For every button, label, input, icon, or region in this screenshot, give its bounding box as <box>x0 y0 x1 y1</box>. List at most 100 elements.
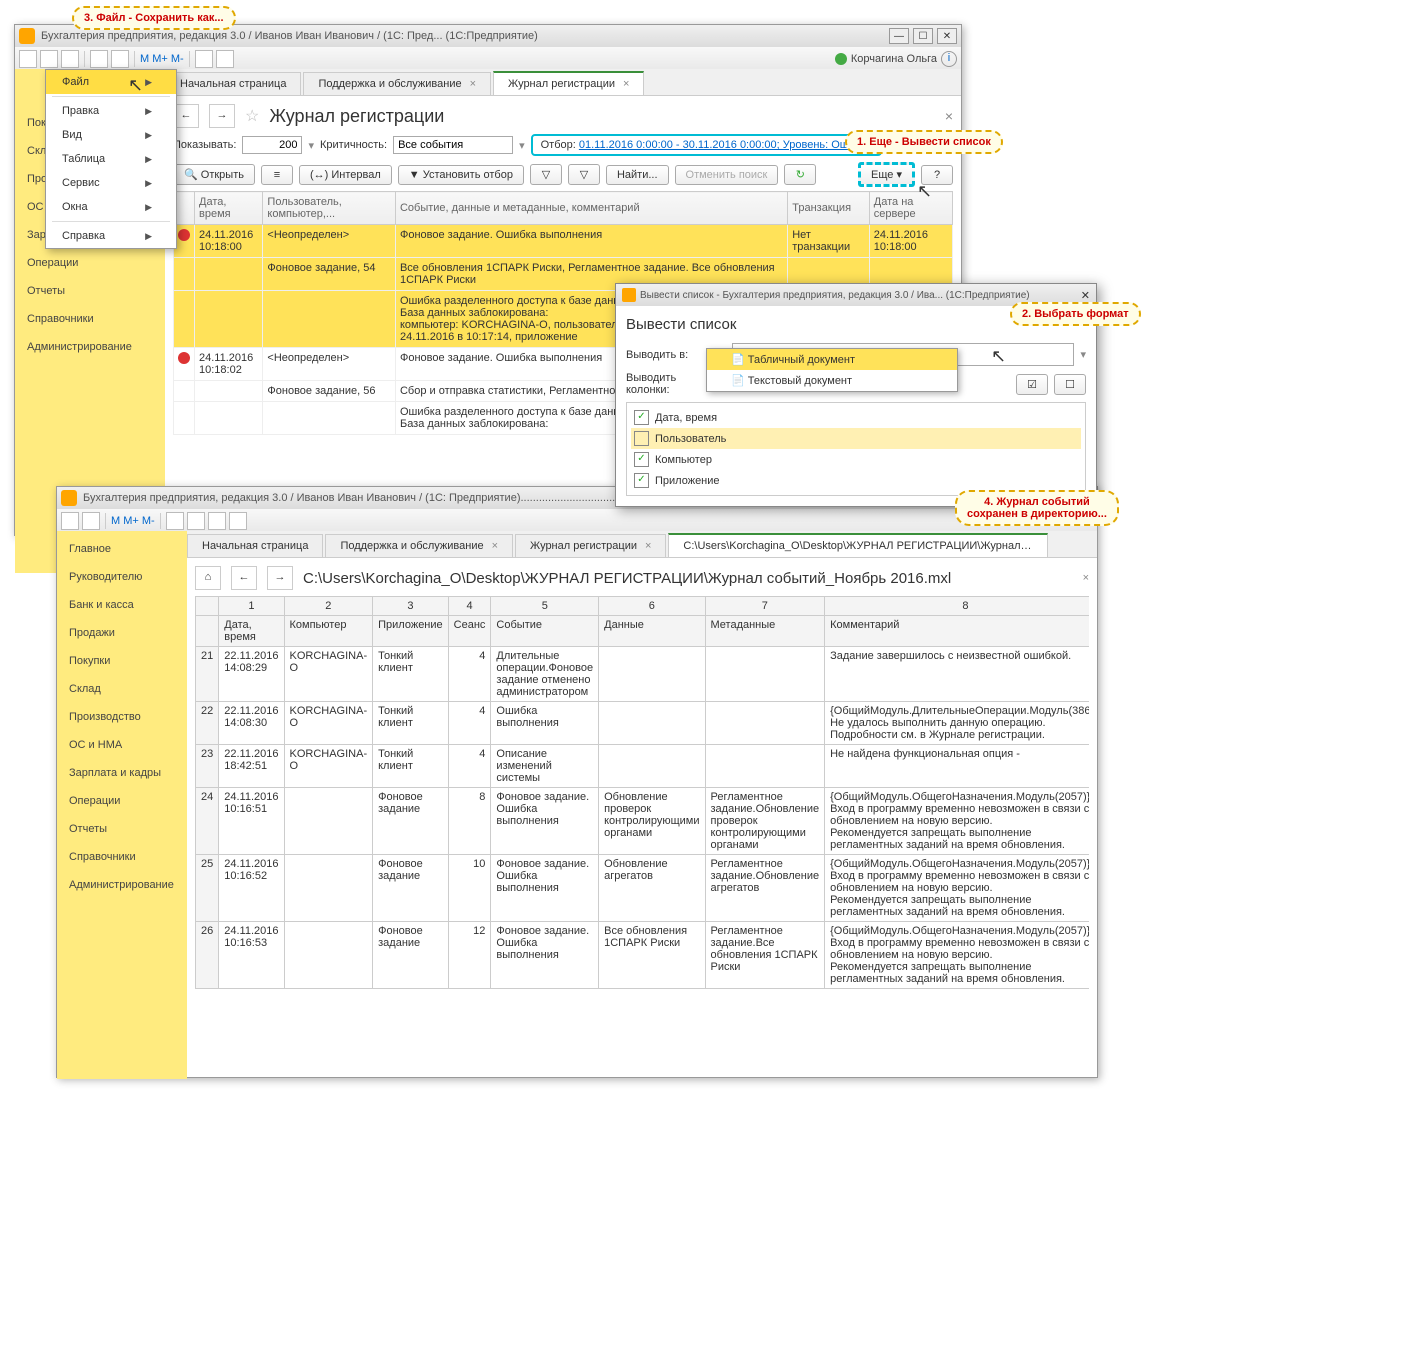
tb-calc-icon[interactable] <box>208 512 226 530</box>
tb-m[interactable]: M M+ M- <box>111 515 155 527</box>
refresh-button[interactable]: ↻ <box>784 164 816 185</box>
list-button[interactable]: ≡ <box>261 165 293 185</box>
crit-select[interactable] <box>393 136 513 154</box>
checkbox[interactable] <box>634 431 649 446</box>
minimize-button[interactable]: — <box>889 28 909 44</box>
sidebar-item[interactable]: Операции <box>57 787 187 815</box>
tb-print-icon[interactable] <box>82 512 100 530</box>
mxl-header[interactable]: Метаданные <box>705 616 825 647</box>
sidebar-item[interactable]: Операции <box>15 249 165 277</box>
tb-m[interactable]: M M+ M- <box>140 53 184 65</box>
tb-back-icon[interactable] <box>166 512 184 530</box>
sidebar-item[interactable]: Справочники <box>57 843 187 871</box>
dd-tabular[interactable]: 📄 Табличный документ <box>707 349 957 370</box>
checkbox[interactable] <box>634 473 649 488</box>
tb-save-icon[interactable] <box>19 50 37 68</box>
check-row[interactable]: Компьютер <box>631 449 1081 470</box>
mxl-row[interactable]: 2624.11.2016 10:16:53Фоновое задание12Фо… <box>196 922 1090 989</box>
sidebar-item[interactable]: Банк и касса <box>57 591 187 619</box>
tab-start[interactable]: Начальная страница <box>165 72 301 95</box>
star-icon[interactable]: ☆ <box>245 106 259 126</box>
sidebar-item[interactable]: Администрирование <box>15 333 165 361</box>
sidebar-item[interactable]: Главное <box>57 535 187 563</box>
mxl-header[interactable]: Компьютер <box>284 616 373 647</box>
sidebar-item[interactable]: ОС и НМА <box>57 731 187 759</box>
checkall-button[interactable]: ☑ <box>1016 374 1048 395</box>
grid-row[interactable]: 24.11.2016 10:18:00<Неопределен>Фоновое … <box>174 225 953 258</box>
checkbox[interactable] <box>634 452 649 467</box>
open-button[interactable]: 🔍 Открыть <box>173 164 255 185</box>
grid-header[interactable]: Транзакция <box>788 192 870 225</box>
grid-header[interactable]: Дата на сервере <box>869 192 952 225</box>
mxl-header[interactable]: Комментарий <box>825 616 1089 647</box>
mxl-header[interactable]: Данные <box>599 616 705 647</box>
tb-x-icon[interactable] <box>229 512 247 530</box>
tb-copy-icon[interactable] <box>90 50 108 68</box>
mxl-header[interactable]: Приложение <box>373 616 449 647</box>
user-indicator[interactable]: Корчагина Ольга i <box>835 51 957 67</box>
menu-windows[interactable]: Окна▶ <box>46 195 176 219</box>
mxl-header[interactable]: Дата, время <box>219 616 284 647</box>
show-input[interactable] <box>242 136 302 154</box>
sidebar-item[interactable]: Отчеты <box>15 277 165 305</box>
dd-text[interactable]: 📄 Текстовый документ <box>707 370 957 391</box>
more-button[interactable]: Еще ▾ <box>858 162 915 187</box>
maximize-button[interactable]: ☐ <box>913 28 933 44</box>
setfilter-button[interactable]: ▼ Установить отбор <box>398 165 524 185</box>
sidebar-item[interactable]: Склад <box>57 675 187 703</box>
tab-journal[interactable]: Журнал регистрации× <box>493 71 644 95</box>
page-close-icon[interactable]: × <box>1083 572 1089 584</box>
tb-save-icon[interactable] <box>61 512 79 530</box>
menu-edit[interactable]: Правка▶ <box>46 99 176 123</box>
uncheckall-button[interactable]: ☐ <box>1054 374 1086 395</box>
tb-fwd-icon[interactable] <box>187 512 205 530</box>
mxl-row[interactable]: 2424.11.2016 10:16:51Фоновое задание8Фон… <box>196 788 1090 855</box>
tb-print-icon[interactable] <box>40 50 58 68</box>
tb-back-icon[interactable] <box>195 50 213 68</box>
tb-paste-icon[interactable] <box>111 50 129 68</box>
grid-header[interactable]: Пользователь, компьютер,... <box>263 192 396 225</box>
sidebar-item[interactable]: Отчеты <box>57 815 187 843</box>
menu-help[interactable]: Справка▶ <box>46 224 176 248</box>
sidebar-item[interactable]: Покупки <box>57 647 187 675</box>
sidebar-item[interactable]: Производство <box>57 703 187 731</box>
check-row[interactable]: Дата, время <box>631 407 1081 428</box>
check-row[interactable]: Приложение <box>631 470 1081 491</box>
back-button-2[interactable]: ← <box>231 566 257 590</box>
menu-service[interactable]: Сервис▶ <box>46 171 176 195</box>
tab-journal-2[interactable]: Журнал регистрации× <box>515 534 666 557</box>
fwd-button[interactable]: → <box>209 104 235 128</box>
mxl-row[interactable]: 2524.11.2016 10:16:52Фоновое задание10Фо… <box>196 855 1090 922</box>
sidebar-item[interactable]: Продажи <box>57 619 187 647</box>
close-button[interactable]: ✕ <box>937 28 957 44</box>
home-button[interactable]: ⌂ <box>195 566 221 590</box>
dropdown-icon[interactable]: ▾ <box>1080 348 1086 361</box>
sidebar-item[interactable]: Справочники <box>15 305 165 333</box>
tab-file[interactable]: C:\Users\Korchagina_O\Desktop\ЖУРНАЛ РЕГ… <box>668 533 1048 557</box>
tab-support[interactable]: Поддержка и обслуживание× <box>303 72 491 95</box>
tb-prev-icon[interactable] <box>61 50 79 68</box>
filter-link[interactable]: 01.11.2016 0:00:00 - 30.11.2016 0:00:00;… <box>579 139 872 151</box>
mxl-row[interactable]: 2122.11.2016 14:08:29KORCHAGINA-OТонкий … <box>196 647 1090 702</box>
find-button[interactable]: Найти... <box>606 165 669 185</box>
info-icon[interactable]: i <box>941 51 957 67</box>
tb-fwd-icon[interactable] <box>216 50 234 68</box>
filter2-button[interactable]: ▽ <box>568 164 600 185</box>
tab-start-2[interactable]: Начальная страница <box>187 534 323 557</box>
menu-view[interactable]: Вид▶ <box>46 123 176 147</box>
menu-file[interactable]: Файл▶ <box>46 70 176 94</box>
grid-header[interactable]: Событие, данные и метаданные, комментари… <box>395 192 787 225</box>
tab-support-2[interactable]: Поддержка и обслуживание× <box>325 534 513 557</box>
close-icon[interactable]: × <box>470 78 476 90</box>
dialog-close-icon[interactable]: ✕ <box>1081 289 1090 302</box>
page-close-icon[interactable]: × <box>945 108 953 124</box>
filter1-button[interactable]: ▽ <box>530 164 562 185</box>
sidebar-item[interactable]: Зарплата и кадры <box>57 759 187 787</box>
grid-header[interactable]: Дата, время <box>195 192 263 225</box>
checkbox[interactable] <box>634 410 649 425</box>
check-row[interactable]: Пользователь <box>631 428 1081 449</box>
fwd-button-2[interactable]: → <box>267 566 293 590</box>
mxl-header[interactable]: Событие <box>491 616 599 647</box>
mxl-header[interactable]: Сеанс <box>448 616 491 647</box>
sidebar-item[interactable]: Администрирование <box>57 871 187 899</box>
